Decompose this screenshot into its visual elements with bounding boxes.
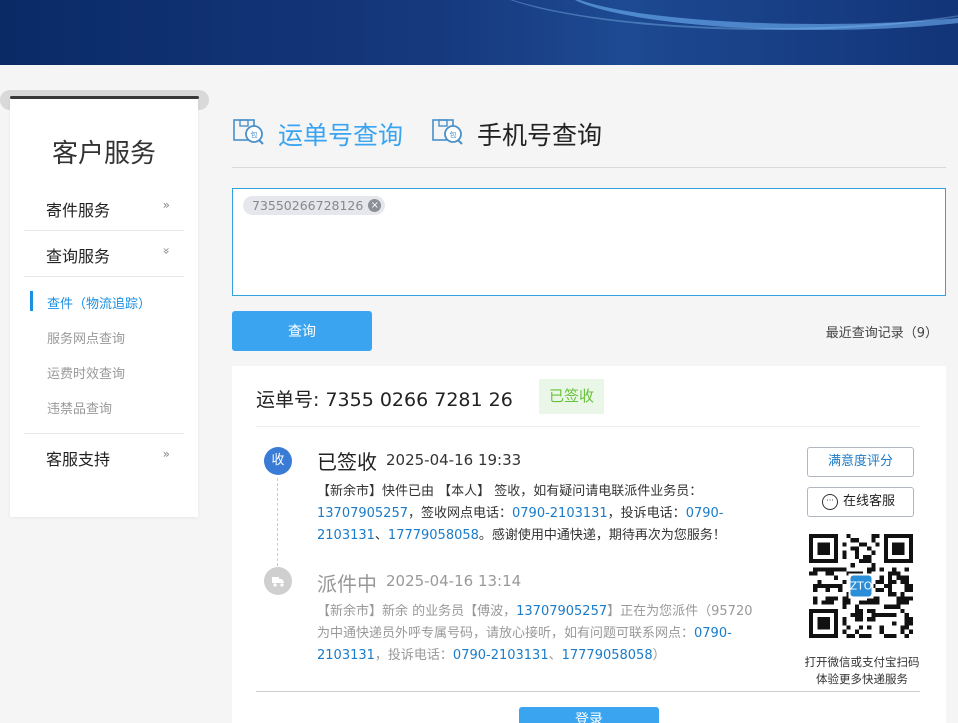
sidebar-subitem-label: 服务网点查询 [47, 332, 126, 347]
phone-link[interactable]: 13707905257 [317, 506, 408, 521]
sidebar-torn-edge [10, 514, 198, 522]
sidebar-subitem-label: 运费时效查询 [47, 367, 126, 382]
event-description: 【新余市】新余 的业务员【傅波，13707905257】正在为您派件（95720… [317, 601, 757, 667]
waybill-input[interactable]: 73550266728126 × [232, 188, 946, 296]
qr-caption-line: 打开微信或支付宝扫码 [804, 655, 920, 669]
event-description: 【新余市】快件已由 【本人】 签收，如有疑问请电联派件业务员： 137079052… [317, 481, 757, 547]
event-text: ） [652, 648, 666, 663]
sidebar-subitem-freight[interactable]: 运费时效查询 [10, 361, 198, 383]
delivery-truck-icon [264, 567, 292, 595]
sidebar-subitem-prohibited[interactable]: 违禁品查询 [10, 396, 198, 418]
tab-label: 手机号查询 [477, 121, 603, 150]
phone-link[interactable]: 17779058058 [562, 648, 653, 663]
phone-link[interactable]: 0790-2103131 [512, 506, 608, 521]
event-text: 、 [374, 528, 388, 543]
event-text: ，签收网点电话： [407, 506, 512, 521]
waybill-number: 运单号: 7355 0266 7281 26 [256, 389, 513, 411]
sidebar-item-label: 寄件服务 [46, 201, 111, 220]
event-text: 、 [548, 648, 562, 663]
chevron-right-icon: » [162, 198, 170, 212]
package-search-icon: 包 [432, 119, 463, 145]
online-service-button[interactable]: ··· 在线客服 [807, 487, 914, 517]
sidebar-subitem-outlets[interactable]: 服务网点查询 [10, 326, 198, 348]
tab-label: 运单号查询 [278, 121, 404, 150]
query-button[interactable]: 查询 [232, 311, 372, 351]
phone-link[interactable]: 13707905257 [516, 604, 607, 619]
package-search-icon: 包 [233, 119, 264, 145]
event-text: ，投诉电话： [374, 648, 453, 663]
login-button[interactable]: 登录 [519, 707, 659, 723]
tab-phone-query[interactable]: 包 手机号查询 [431, 112, 621, 152]
divider [256, 691, 920, 692]
waybill-chip: 73550266728126 × [243, 196, 386, 215]
event-text: 【新余市】快件已由 【本人】 签收，如有疑问请电联派件业务员： [317, 484, 703, 499]
header-banner [0, 0, 958, 65]
sidebar-item-support[interactable]: 客服支持 » [24, 433, 184, 479]
sidebar-subitem-label: 违禁品查询 [47, 402, 113, 417]
event-time: 2025-04-16 13:14 [386, 572, 522, 590]
sidebar-title: 客户服务 [51, 139, 156, 169]
svg-text:包: 包 [450, 130, 457, 139]
chevron-right-icon: » [162, 447, 170, 461]
recent-queries-link[interactable]: 最近查询记录（9） [826, 322, 938, 341]
event-time: 2025-04-16 19:33 [386, 451, 522, 469]
divider [256, 426, 920, 427]
qr-code: ZTO [809, 534, 913, 638]
waybill-chip-label: 73550266728126 [252, 198, 364, 213]
tracking-result-panel: 运单号: 7355 0266 7281 26 已签收 收 已签收 2025-04… [232, 366, 946, 723]
sidebar-subitem-label: 查件（物流追踪） [47, 297, 152, 312]
event-text: 。感谢使用中通快递，期待再次为您服务！ [478, 528, 726, 543]
qr-caption: 打开微信或支付宝扫码 体验更多快递服务 [792, 654, 932, 688]
event-status: 派件中 [317, 572, 377, 596]
status-badge: 已签收 [539, 379, 605, 414]
online-service-label: 在线客服 [843, 494, 896, 509]
chevron-down-icon: » [159, 247, 174, 255]
close-icon[interactable]: × [368, 199, 382, 212]
qr-caption-line: 体验更多快递服务 [816, 672, 908, 686]
active-indicator [30, 291, 33, 311]
chat-icon: ··· [822, 494, 838, 510]
sidebar-item-label: 查询服务 [46, 247, 111, 266]
phone-link[interactable]: 0790-2103131 [453, 648, 549, 663]
sidebar-item-query[interactable]: 查询服务 » [24, 231, 184, 277]
phone-link[interactable]: 17779058058 [388, 528, 479, 543]
tab-waybill-query[interactable]: 包 运单号查询 [232, 112, 422, 152]
event-text: ，投诉电话： [607, 506, 686, 521]
sidebar: 客户服务 寄件服务 » 查询服务 » 查件（物流追踪） 服务网点查询 运费时效查… [10, 99, 198, 517]
svg-text:ZTO: ZTO [850, 580, 873, 593]
sidebar-item-label: 客服支持 [46, 450, 111, 469]
timeline-connector [277, 478, 278, 566]
event-status: 已签收 [317, 450, 377, 474]
sidebar-subitem-tracking[interactable]: 查件（物流追踪） [10, 291, 198, 313]
satisfaction-rating-button[interactable]: 满意度评分 [807, 447, 914, 477]
timeline-node-signed: 收 [264, 447, 292, 475]
svg-text:包: 包 [251, 130, 258, 139]
event-text: 【新余市】新余 的业务员【傅波， [317, 604, 517, 619]
tab-divider [232, 167, 946, 168]
sidebar-item-shipping[interactable]: 寄件服务 » [24, 185, 184, 231]
